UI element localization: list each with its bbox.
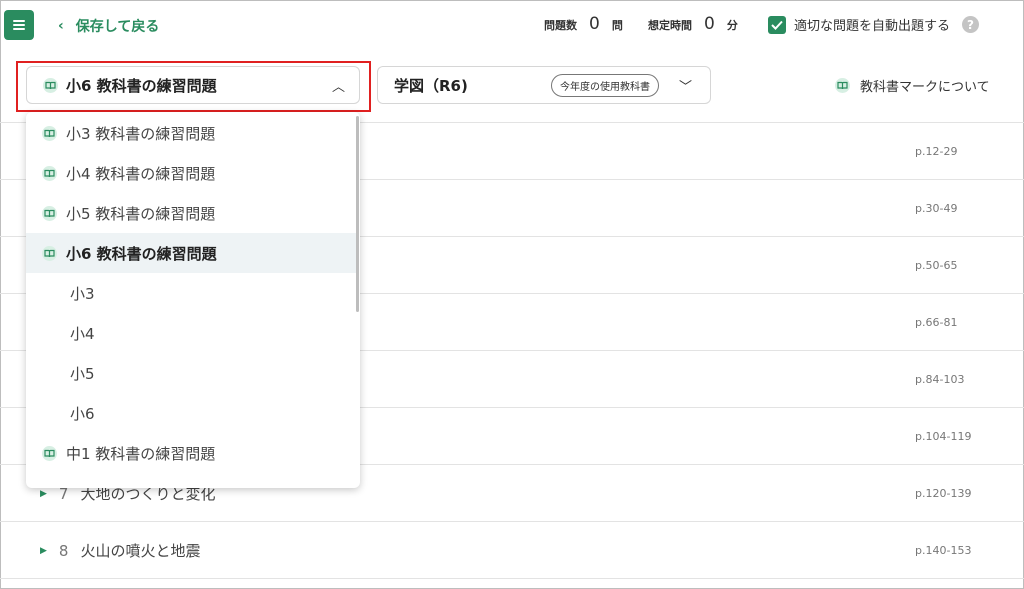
hamburger-icon — [13, 20, 25, 30]
dropdown-scroll-thumb[interactable] — [356, 116, 359, 312]
chevron-down-icon: ﹀ — [678, 79, 692, 95]
estimated-time-label: 想定時間 — [648, 19, 692, 32]
textbook-icon — [42, 165, 57, 181]
dropdown-option-label: 小5 — [70, 364, 95, 383]
highlight-box — [16, 61, 371, 112]
grade-dropdown: 小3 教科書の練習問題 小4 教科書の練習問題 小5 教科書の練習問題 小6 教科書の… — [26, 112, 360, 488]
dropdown-option-label: 小4 — [70, 324, 95, 343]
publisher-select-value: 学図（R6) — [394, 76, 468, 95]
dropdown-option-label: 小6 — [70, 404, 95, 423]
dropdown-option-label: 小4 教科書の練習問題 — [66, 164, 216, 183]
check-icon — [771, 20, 783, 30]
textbook-icon — [42, 245, 57, 261]
textbook-icon — [42, 205, 57, 221]
publisher-select[interactable]: 学図（R6) 今年度の使用教科書 ﹀ — [377, 66, 711, 104]
unit-title[interactable]: ▶ 8 火山の噴火と地震 — [40, 540, 200, 561]
auto-assign-label: 適切な問題を自動出題する — [794, 19, 951, 34]
dropdown-option[interactable]: 小3 教科書の練習問題 — [26, 113, 356, 153]
dropdown-option[interactable]: 小4 — [26, 313, 356, 353]
dropdown-scrollbar[interactable] — [356, 112, 360, 488]
dropdown-option-label: 小6 教科書の練習問題 — [66, 244, 217, 263]
question-count-value: 0 — [589, 14, 600, 34]
auto-assign-checkbox[interactable] — [768, 15, 786, 34]
textbook-mark-info-link[interactable]: 教科書マークについて — [835, 76, 990, 95]
dropdown-option[interactable]: 小6 教科書の練習問題 — [26, 233, 356, 273]
dropdown-option-label: 小5 教科書の練習問題 — [66, 204, 216, 223]
expand-triangle-icon: ▶ — [40, 545, 47, 556]
estimated-time-unit: 分 — [726, 19, 738, 32]
dropdown-option-label: 小3 — [70, 284, 95, 303]
save-and-back-link[interactable]: ‹ 保存して戻る — [58, 16, 159, 36]
estimated-time: 想定時間 0 分 — [648, 14, 738, 34]
textbook-icon — [42, 125, 57, 141]
unit-title-label: 火山の噴火と地震 — [80, 542, 201, 560]
unit-number: 8 — [58, 541, 69, 560]
dropdown-option[interactable]: 小5 — [26, 353, 356, 393]
question-count-label: 問題数 — [544, 19, 577, 32]
unit-pages: p.84-103 — [915, 373, 965, 386]
dropdown-option[interactable]: 小6 — [26, 393, 356, 433]
unit-pages: p.50-65 — [915, 259, 958, 272]
textbook-icon — [835, 78, 850, 93]
auto-assign-toggle[interactable]: 適切な問題を自動出題する ? — [768, 15, 980, 34]
save-and-back-label: 保存して戻る — [75, 19, 160, 35]
textbook-mark-info-label: 教科書マークについて — [860, 80, 990, 95]
unit-pages: p.30-49 — [915, 202, 958, 215]
estimated-time-value: 0 — [704, 14, 715, 34]
unit-pages: p.66-81 — [915, 316, 958, 329]
unit-pages: p.140-153 — [915, 544, 972, 557]
dropdown-option[interactable]: 小5 教科書の練習問題 — [26, 193, 356, 233]
unit-pages: p.120-139 — [915, 487, 972, 500]
question-count: 問題数 0 問 — [544, 14, 623, 34]
unit-row[interactable]: ▶ 8 火山の噴火と地震 p.140-153 — [0, 522, 1024, 579]
textbook-icon — [42, 445, 57, 461]
help-icon[interactable]: ? — [962, 16, 980, 33]
chevron-left-icon: ‹ — [58, 18, 64, 34]
dropdown-option-label: 小3 教科書の練習問題 — [66, 124, 216, 143]
question-count-unit: 問 — [611, 19, 623, 32]
unit-pages: p.12-29 — [915, 145, 958, 158]
dropdown-option[interactable]: 中1 教科書の練習問題 — [26, 433, 356, 473]
current-textbook-badge: 今年度の使用教科書 — [550, 73, 659, 97]
dropdown-option[interactable]: 小4 教科書の練習問題 — [26, 153, 356, 193]
dropdown-option[interactable]: 小3 — [26, 273, 356, 313]
menu-button[interactable] — [4, 10, 34, 40]
dropdown-option-label: 中1 教科書の練習問題 — [66, 444, 216, 463]
unit-pages: p.104-119 — [915, 430, 972, 443]
expand-triangle-icon: ▶ — [40, 488, 47, 499]
